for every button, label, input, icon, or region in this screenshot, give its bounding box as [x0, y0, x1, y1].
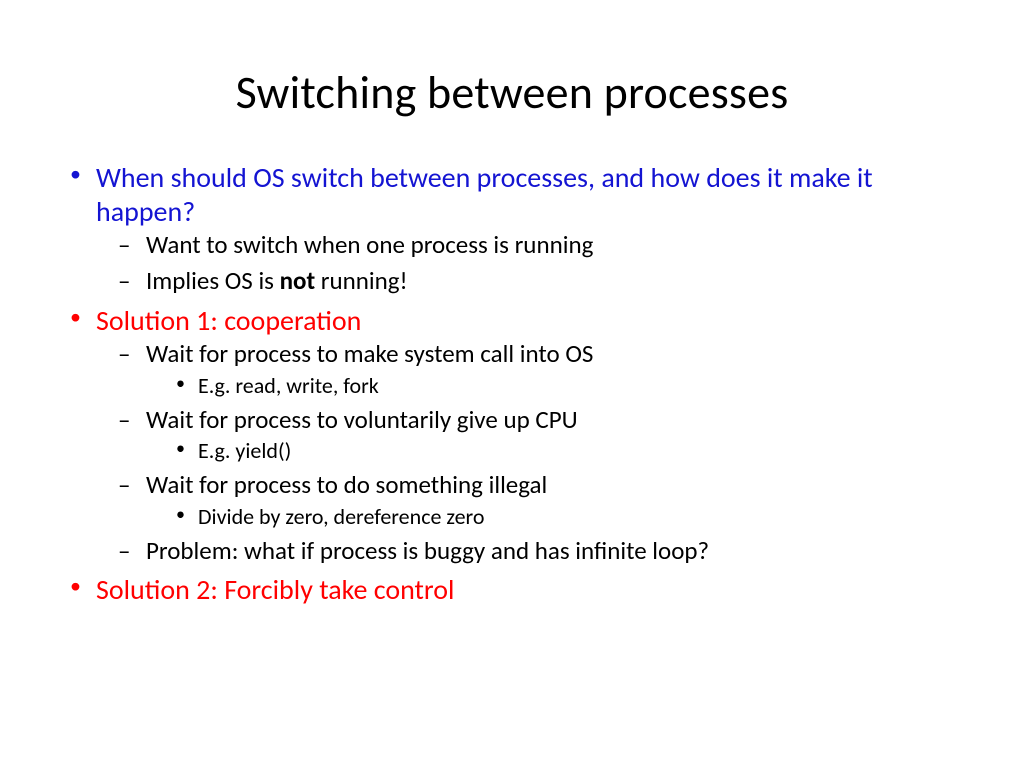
- sub-list: Wait for process to make system call int…: [96, 337, 964, 567]
- bullet-solution-2: Solution 2: Forcibly take control: [60, 573, 964, 607]
- sub-bullet-text-pre: Implies OS is: [146, 265, 280, 296]
- bullet-solution-1: Solution 1: cooperation Wait for process…: [60, 304, 964, 568]
- slide-title: Switching between processes: [60, 65, 964, 121]
- sub-bullet: Want to switch when one process is runni…: [110, 228, 964, 262]
- bullet-list: When should OS switch between processes,…: [60, 161, 964, 607]
- bullet-question: When should OS switch between processes,…: [60, 161, 964, 298]
- sub-sub-list: E.g. read, write, fork: [146, 371, 964, 401]
- bullet-text: Solution 2: Forcibly take control: [96, 572, 454, 607]
- sub-sub-bullet: Divide by zero, dereference zero: [168, 502, 964, 532]
- sub-bullet-text-post: running!: [315, 265, 408, 296]
- sub-sub-list: Divide by zero, dereference zero: [146, 502, 964, 532]
- sub-bullet-text: Wait for process to voluntarily give up …: [146, 404, 578, 435]
- sub-bullet-text: Problem: what if process is buggy and ha…: [146, 535, 709, 566]
- sub-bullet-text: Wait for process to make system call int…: [146, 338, 593, 369]
- sub-bullet: Implies OS is not running!: [110, 264, 964, 298]
- sub-bullet: Wait for process to do something illegal…: [110, 468, 964, 531]
- sub-sub-bullet-text: E.g. read, write, fork: [198, 372, 379, 399]
- sub-sub-list: E.g. yield(): [146, 436, 964, 466]
- sub-bullet: Wait for process to make system call int…: [110, 337, 964, 400]
- sub-bullet: Wait for process to voluntarily give up …: [110, 403, 964, 466]
- sub-sub-bullet: E.g. yield(): [168, 436, 964, 466]
- sub-bullet-text: Want to switch when one process is runni…: [146, 229, 593, 260]
- bullet-text: When should OS switch between processes,…: [96, 160, 873, 229]
- sub-sub-bullet-text: Divide by zero, dereference zero: [198, 503, 484, 530]
- slide: Switching between processes When should …: [0, 0, 1024, 768]
- sub-bullet: Problem: what if process is buggy and ha…: [110, 534, 964, 568]
- sub-sub-bullet-text: E.g. yield(): [198, 437, 291, 464]
- sub-bullet-text: Wait for process to do something illegal: [146, 469, 547, 500]
- sub-list: Want to switch when one process is runni…: [96, 228, 964, 298]
- sub-bullet-text-bold: not: [280, 265, 316, 296]
- bullet-text: Solution 1: cooperation: [96, 303, 361, 338]
- sub-sub-bullet: E.g. read, write, fork: [168, 371, 964, 401]
